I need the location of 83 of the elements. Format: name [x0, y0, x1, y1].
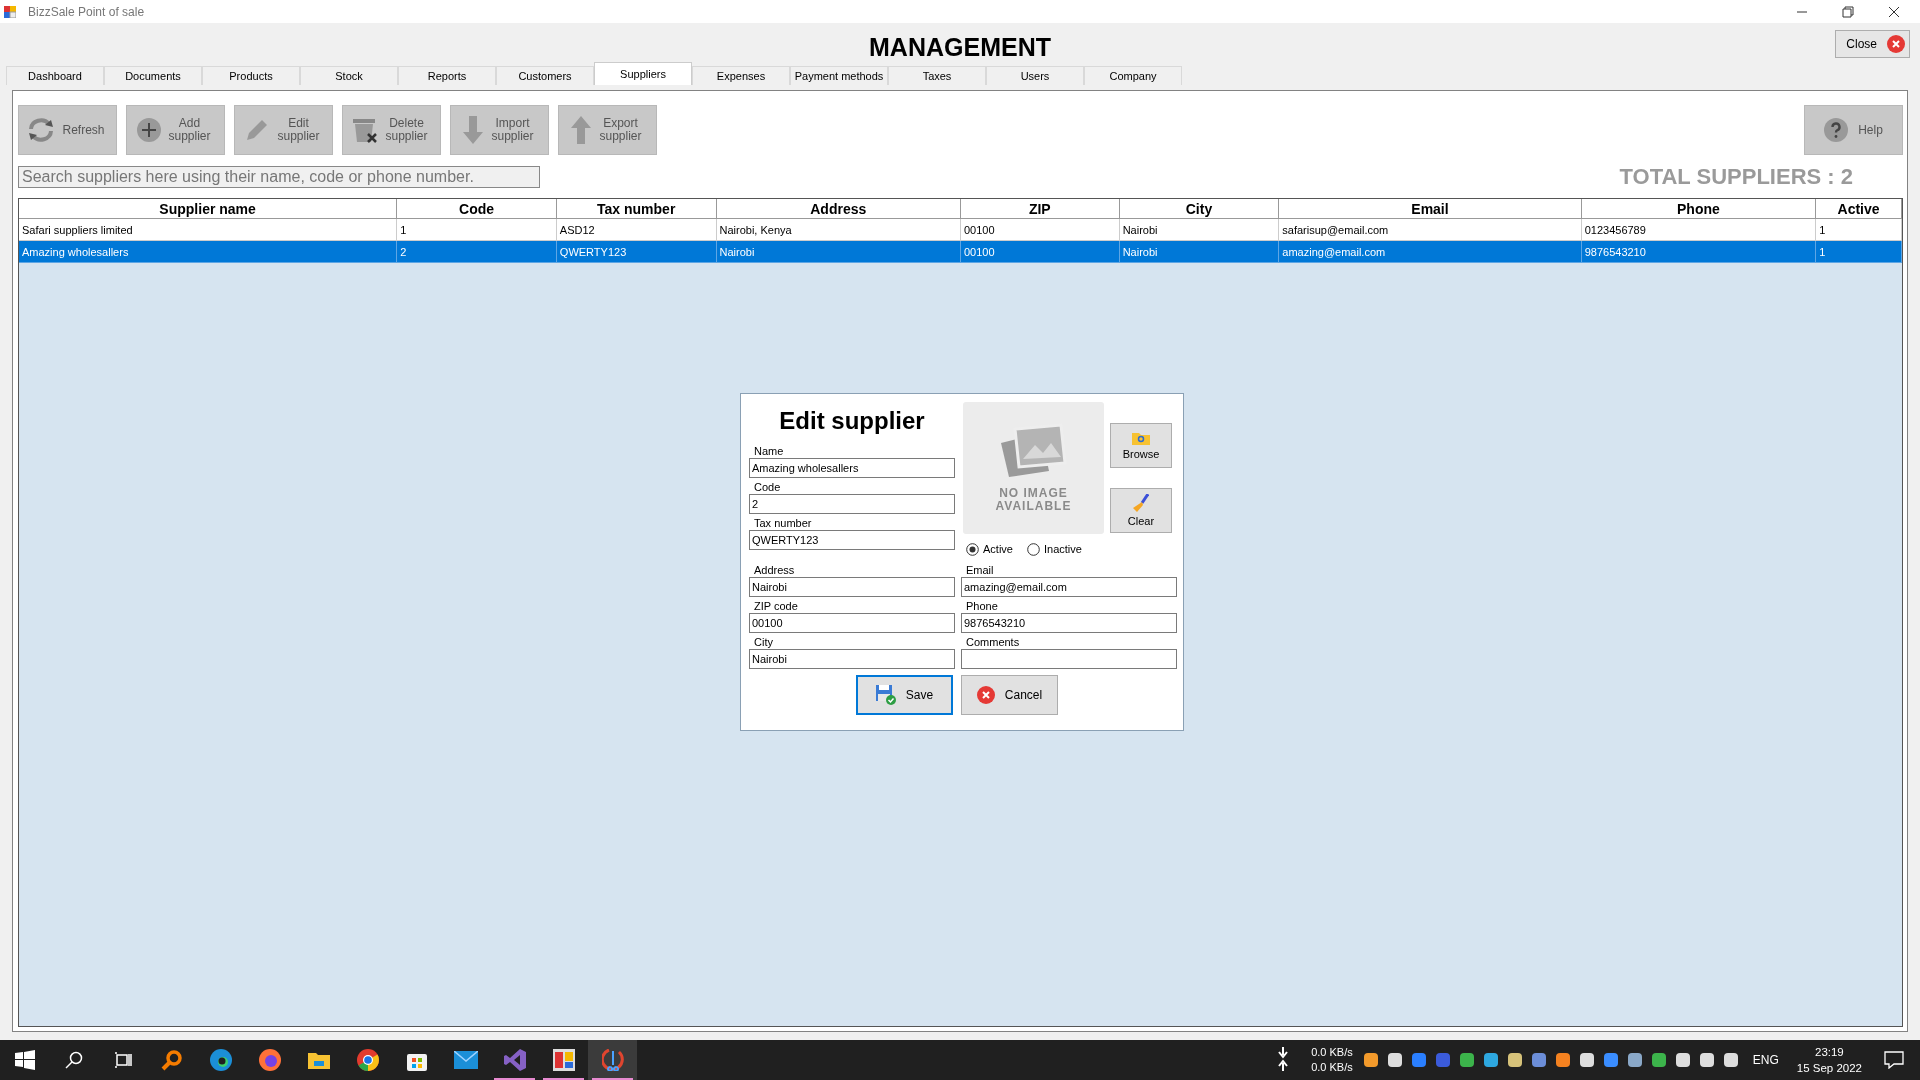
- table-cell: 2: [397, 241, 557, 263]
- table-cell: 1: [1816, 241, 1902, 263]
- input-field[interactable]: Amazing wholesallers: [749, 458, 955, 478]
- field-label: Address: [753, 563, 796, 577]
- field-label: Name: [753, 444, 785, 458]
- field-label: Comments: [965, 635, 1021, 649]
- window-title: BizzSale Point of sale: [28, 4, 145, 19]
- clear-button[interactable]: Clear: [1110, 488, 1172, 533]
- tab[interactable]: Stock: [300, 66, 398, 85]
- tab[interactable]: Customers: [496, 66, 594, 85]
- toolbar-button[interactable]: Refresh: [18, 105, 117, 155]
- column-header[interactable]: Phone: [1581, 199, 1817, 219]
- tab[interactable]: Company: [1084, 66, 1182, 85]
- table-cell: amazing@email.com: [1279, 241, 1582, 263]
- tab[interactable]: Documents: [104, 66, 202, 85]
- field-label: Phone: [965, 599, 999, 613]
- input-field[interactable]: QWERTY123: [749, 530, 955, 550]
- table-cell: safarisup@email.com: [1279, 219, 1582, 241]
- input-field[interactable]: 9876543210: [961, 613, 1177, 633]
- field-label: Code: [753, 480, 782, 494]
- dialog-title: Edit supplier: [778, 406, 926, 436]
- tab[interactable]: Dashboard: [6, 66, 104, 85]
- clock-date[interactable]: 15 Sep 2022: [1796, 1060, 1862, 1076]
- save-button[interactable]: Save: [856, 675, 953, 715]
- table-cell: 1: [397, 219, 557, 241]
- table-cell: 00100: [961, 219, 1120, 241]
- language-indicator[interactable]: ENG: [1752, 1053, 1779, 1067]
- table-cell: Nairobi: [1119, 241, 1280, 263]
- table-cell: Amazing wholesallers: [19, 241, 398, 263]
- column-header[interactable]: City: [1119, 199, 1280, 219]
- toolbar-button[interactable]: Import supplier: [450, 105, 549, 155]
- tab[interactable]: Suppliers: [594, 62, 692, 85]
- radio-option[interactable]: Inactive: [1026, 542, 1082, 556]
- table-cell: QWERTY123: [556, 241, 717, 263]
- table-cell: Nairobi: [1119, 219, 1280, 241]
- table-row[interactable]: Amazing wholesallers 2 QWERTY123 Nairobi 00100 Nairobi amazing@email.com 9876543210 1: [19, 241, 1902, 263]
- column-header[interactable]: Tax number: [556, 199, 717, 219]
- table-cell: ASD12: [556, 219, 717, 241]
- help-button[interactable]: Help: [1804, 105, 1903, 155]
- table-cell: Safari suppliers limited: [19, 219, 398, 241]
- search-field[interactable]: Search suppliers here using their name, code or phone number.: [18, 166, 540, 188]
- field-label: Tax number: [753, 516, 813, 530]
- input-field[interactable]: 2: [749, 494, 955, 514]
- column-header[interactable]: Active: [1816, 199, 1902, 219]
- cancel-button[interactable]: Cancel: [961, 675, 1058, 715]
- toolbar-button[interactable]: Delete supplier: [342, 105, 441, 155]
- upload-speed: 0.0 KB/s: [1311, 1060, 1353, 1075]
- table-cell: 9876543210: [1581, 241, 1817, 263]
- radio-option[interactable]: Active: [966, 542, 1013, 556]
- input-field[interactable]: amazing@email.com: [961, 577, 1177, 597]
- tab[interactable]: Reports: [398, 66, 496, 85]
- table-cell: 0123456789: [1581, 219, 1817, 241]
- field-label: ZIP code: [753, 599, 799, 613]
- browse-button[interactable]: Browse: [1110, 423, 1172, 468]
- input-field[interactable]: Nairobi: [749, 649, 955, 669]
- table-cell: 1: [1816, 219, 1902, 241]
- column-header[interactable]: ZIP: [961, 199, 1120, 219]
- table-row[interactable]: Safari suppliers limited 1 ASD12 Nairobi, Kenya 00100 Nairobi safarisup@email.com 0123456789 1: [19, 219, 1902, 241]
- tab[interactable]: Expenses: [692, 66, 790, 85]
- tab[interactable]: Taxes: [888, 66, 986, 85]
- toolbar-button[interactable]: Export supplier: [558, 105, 657, 155]
- field-label: Email: [965, 563, 995, 577]
- toolbar-button[interactable]: Add supplier: [126, 105, 225, 155]
- input-field[interactable]: Nairobi: [749, 577, 955, 597]
- column-header[interactable]: Code: [397, 199, 557, 219]
- column-header[interactable]: Supplier name: [19, 199, 398, 219]
- tab[interactable]: Products: [202, 66, 300, 85]
- input-field[interactable]: 00100: [749, 613, 955, 633]
- column-header[interactable]: Email: [1279, 199, 1582, 219]
- image-caption: NO IMAGE AVAILABLE: [994, 487, 1073, 513]
- table-cell: 00100: [961, 241, 1120, 263]
- clock-time[interactable]: 23:19: [1815, 1044, 1844, 1060]
- toolbar-button[interactable]: Edit supplier: [234, 105, 333, 155]
- close-button[interactable]: Close: [1835, 30, 1910, 58]
- table-cell: Nairobi, Kenya: [716, 219, 961, 241]
- field-label: City: [753, 635, 774, 649]
- page-title: MANAGEMENT: [869, 31, 1051, 62]
- table-cell: Nairobi: [716, 241, 961, 263]
- tab[interactable]: Users: [986, 66, 1084, 85]
- column-header[interactable]: Address: [716, 199, 961, 219]
- download-speed: 0.0 KB/s: [1311, 1045, 1353, 1060]
- total-count: TOTAL SUPPLIERS : 2: [1619, 164, 1853, 190]
- tab[interactable]: Payment methods: [790, 66, 888, 85]
